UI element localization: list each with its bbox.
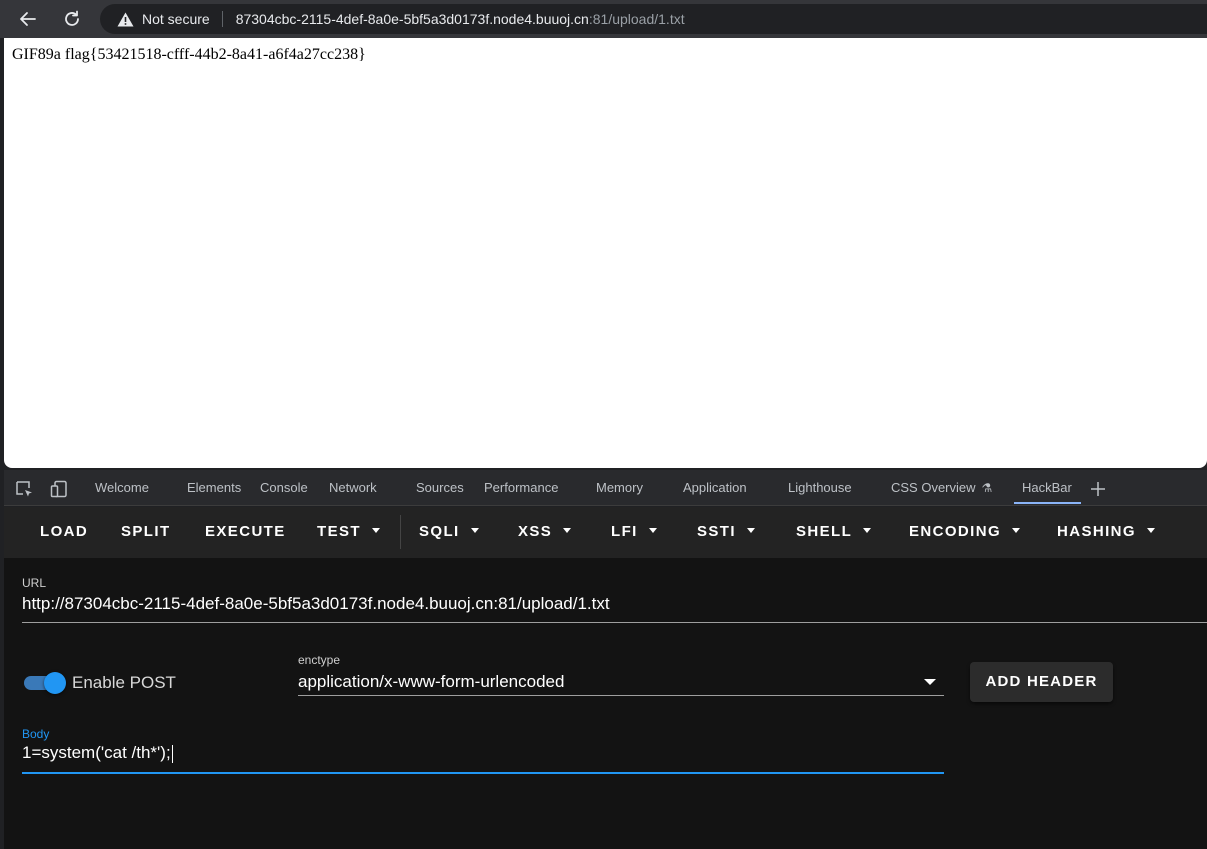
add-tab-icon[interactable] — [1088, 479, 1108, 499]
address-separator — [221, 11, 223, 27]
chevron-down-icon — [863, 527, 872, 533]
encoding-menu-button[interactable]: ENCODING — [909, 507, 1021, 558]
chevron-down-icon — [648, 527, 657, 533]
add-header-button[interactable]: ADD HEADER — [970, 662, 1113, 702]
shell-menu-label: SHELL — [796, 523, 853, 540]
test-menu-button[interactable]: TEST — [317, 507, 380, 558]
tab-console[interactable]: Console — [260, 470, 308, 506]
ssti-menu-label: SSTI — [697, 523, 736, 540]
enable-post-toggle[interactable] — [24, 672, 66, 694]
tab-application[interactable]: Application — [683, 470, 747, 506]
address-bar[interactable]: Not secure 87304cbc-2115-4def-8a0e-5bf5a… — [100, 4, 1207, 34]
body-input-underline — [22, 772, 944, 774]
page-viewport: GIF89a flag{53421518-cfff-44b2-8a41-a6f4… — [4, 38, 1207, 468]
chevron-down-icon — [470, 527, 479, 533]
tab-elements[interactable]: Elements — [187, 470, 241, 506]
sqli-menu-button[interactable]: SQLI — [419, 507, 479, 558]
back-button[interactable] — [13, 4, 43, 34]
warning-icon[interactable] — [117, 11, 135, 27]
dropdown-arrow-icon[interactable] — [924, 679, 936, 685]
url-field-label: URL — [22, 576, 47, 590]
hashing-menu-label: HASHING — [1057, 523, 1136, 540]
url-input-underline — [22, 622, 1207, 623]
enable-post-label[interactable]: Enable POST — [72, 673, 176, 693]
hashing-menu-button[interactable]: HASHING — [1057, 507, 1155, 558]
ssti-menu-button[interactable]: SSTI — [697, 507, 755, 558]
toolbar-divider — [400, 515, 401, 549]
inspect-element-icon[interactable] — [14, 479, 34, 499]
tab-welcome[interactable]: Welcome — [95, 470, 149, 506]
body-input[interactable]: 1=system('cat /th*'); — [22, 743, 173, 763]
devtools-tab-bar: Welcome Elements Console Network Sources… — [4, 470, 1207, 506]
browser-toolbar: Not secure 87304cbc-2115-4def-8a0e-5bf5a… — [0, 0, 1207, 38]
url-host: 87304cbc-2115-4def-8a0e-5bf5a3d0173f.nod… — [235, 11, 589, 27]
tab-sources[interactable]: Sources — [416, 470, 464, 506]
shell-menu-button[interactable]: SHELL — [796, 507, 872, 558]
url-path: :81/upload/1.txt — [588, 11, 685, 27]
body-input-text: 1=system('cat /th*'); — [22, 743, 171, 762]
tab-memory[interactable]: Memory — [596, 470, 643, 506]
device-toolbar-icon[interactable] — [49, 479, 69, 499]
hackbar-panel: LOAD SPLIT EXECUTE TEST SQLI XSS LFI SST… — [4, 507, 1207, 849]
toggle-thumb — [44, 672, 66, 694]
tab-network[interactable]: Network — [329, 470, 377, 506]
load-button[interactable]: LOAD — [40, 507, 88, 558]
hackbar-toolbar: LOAD SPLIT EXECUTE TEST SQLI XSS LFI SST… — [4, 507, 1207, 558]
encoding-menu-label: ENCODING — [909, 523, 1002, 540]
enctype-label: enctype — [298, 653, 341, 667]
chevron-down-icon — [746, 527, 755, 533]
chevron-down-icon — [1012, 527, 1021, 533]
xss-menu-label: XSS — [518, 523, 553, 540]
enctype-underline — [298, 695, 944, 696]
lfi-menu-label: LFI — [611, 523, 638, 540]
tab-hackbar[interactable]: HackBar — [1022, 470, 1072, 506]
reload-icon — [65, 10, 79, 26]
url-input[interactable]: http://87304cbc-2115-4def-8a0e-5bf5a3d01… — [22, 594, 610, 614]
flask-icon: ⚗ — [981, 481, 993, 495]
text-cursor — [171, 744, 173, 763]
page-content-text: GIF89a flag{53421518-cfff-44b2-8a41-a6f4… — [12, 46, 366, 63]
tab-css-overview[interactable]: CSS Overview ⚗ — [891, 470, 992, 506]
reload-button[interactable] — [57, 4, 87, 34]
sqli-menu-label: SQLI — [419, 523, 460, 540]
not-secure-label[interactable]: Not secure — [142, 11, 210, 27]
tab-lighthouse[interactable]: Lighthouse — [788, 470, 852, 506]
chevron-down-icon — [563, 527, 572, 533]
enctype-select[interactable]: application/x-www-form-urlencoded — [298, 672, 564, 692]
tab-css-overview-label: CSS Overview — [891, 480, 976, 495]
tab-performance[interactable]: Performance — [484, 470, 558, 506]
body-field-label: Body — [22, 727, 50, 741]
chevron-down-icon — [371, 527, 380, 533]
xss-menu-button[interactable]: XSS — [518, 507, 572, 558]
execute-button[interactable]: EXECUTE — [205, 507, 286, 558]
active-tab-indicator — [1014, 502, 1081, 504]
back-arrow-icon — [20, 12, 36, 26]
chevron-down-icon — [1146, 527, 1155, 533]
lfi-menu-button[interactable]: LFI — [611, 507, 657, 558]
split-button[interactable]: SPLIT — [121, 507, 171, 558]
test-menu-label: TEST — [317, 523, 361, 540]
